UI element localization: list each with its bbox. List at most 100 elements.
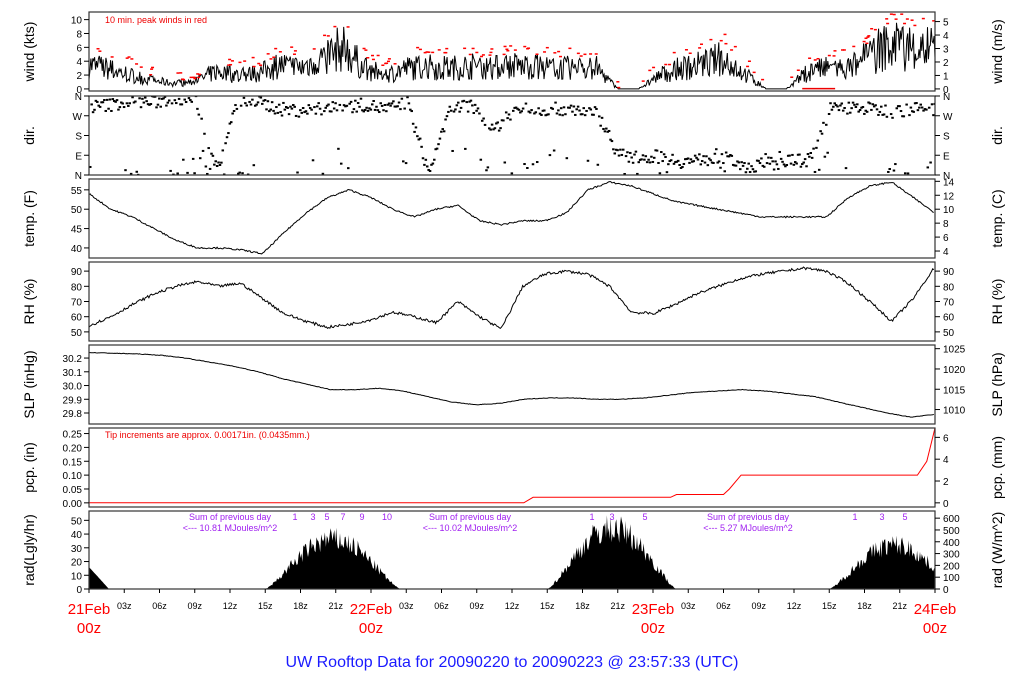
dir-point — [475, 109, 478, 112]
x-tick-label: 21z — [610, 601, 625, 611]
y-tick-label: 29.9 — [63, 395, 83, 406]
dir-point — [413, 130, 416, 133]
peak-wind-mark — [885, 18, 889, 20]
dir-point — [290, 107, 294, 110]
dir-point — [771, 160, 774, 163]
rad-sum-title: Sum of previous day — [429, 512, 512, 522]
dir-point — [385, 110, 388, 113]
dir-point — [578, 109, 581, 112]
peak-wind-mark — [259, 64, 263, 66]
peak-wind-mark — [862, 40, 866, 43]
peak-wind-mark — [193, 77, 197, 80]
dir-point — [473, 103, 477, 106]
dir-point — [135, 170, 139, 173]
y-tick-label-right: 1025 — [943, 345, 966, 356]
dir-point — [747, 162, 750, 165]
dir-point — [159, 105, 162, 108]
dir-point — [466, 110, 470, 113]
dir-point — [471, 104, 474, 107]
dir-point — [300, 111, 303, 114]
dir-point — [489, 128, 492, 131]
peak-wind-mark — [176, 72, 180, 74]
date-label: 23Feb — [632, 601, 675, 618]
dir-point — [496, 121, 499, 124]
y-tick-label: W — [73, 112, 83, 123]
dir-point — [115, 99, 119, 102]
dir-point — [452, 110, 456, 113]
peak-wind-mark — [796, 69, 800, 72]
dir-point — [641, 154, 645, 157]
dir-ylabel-right: dir. — [989, 126, 1005, 145]
peak-wind-mark — [889, 13, 893, 15]
x-tick-label: 18z — [857, 601, 872, 611]
dir-point — [265, 108, 268, 111]
dir-point — [912, 110, 915, 113]
dir-point — [98, 105, 102, 108]
dir-point — [772, 168, 776, 171]
y-tick-label-right: 2 — [943, 477, 949, 488]
slp-line — [89, 351, 934, 418]
peak-wind-mark — [278, 51, 282, 53]
y-tick-label-right: 1 — [943, 71, 949, 82]
dir-point — [259, 96, 263, 99]
dir-point — [826, 151, 829, 154]
x-tick-label: 09z — [751, 601, 766, 611]
dir-point — [665, 171, 669, 174]
dir-point — [581, 113, 584, 116]
dir-point — [672, 162, 676, 165]
date-label: 24Feb — [914, 601, 957, 618]
dir-point — [908, 114, 911, 117]
dir-point — [827, 113, 831, 116]
peak-wind-mark — [867, 35, 871, 37]
dir-point — [504, 111, 508, 114]
dir-point — [602, 127, 605, 130]
dir-point — [341, 109, 344, 112]
dir-point — [139, 106, 143, 109]
dir-point — [318, 107, 322, 110]
dir-point — [777, 167, 780, 170]
dir-point — [678, 163, 681, 166]
dir-point — [822, 121, 825, 124]
dir-point — [404, 162, 408, 165]
y-tick-label: 0 — [76, 585, 82, 596]
dir-point — [552, 149, 556, 152]
dir-point — [358, 105, 361, 108]
dir-point — [863, 112, 866, 115]
dir-point — [768, 162, 772, 165]
dir-point — [480, 119, 484, 122]
dir-point — [833, 102, 836, 105]
dir-point — [586, 159, 590, 162]
dir-point — [124, 169, 127, 172]
y-tick-label: 70 — [71, 298, 83, 309]
dir-point — [592, 113, 595, 116]
dir-point — [379, 102, 382, 105]
peak-wind-mark — [616, 81, 620, 83]
dir-point — [595, 107, 598, 110]
dir-point — [809, 151, 813, 154]
dir-point — [299, 109, 302, 112]
peak-wind-mark — [480, 55, 484, 58]
y-tick-label-right: 10 — [943, 205, 955, 216]
peak-wind-mark — [437, 49, 441, 51]
dir-point — [121, 102, 124, 105]
dir-point — [349, 100, 353, 103]
x-tick-label: 03z — [399, 601, 414, 611]
dir-point — [227, 132, 230, 135]
peak-wind-mark — [364, 49, 368, 51]
dir-point — [294, 114, 298, 117]
dir-point — [558, 113, 562, 116]
dir-point — [843, 107, 846, 110]
peak-wind-mark — [135, 63, 139, 65]
dir-point — [414, 126, 418, 129]
y-tick-label: 50 — [71, 205, 83, 216]
dir-point — [499, 127, 502, 130]
rad-sum-value: <--- 10.02 MJoules/m^2 — [423, 523, 518, 533]
dir-point — [557, 109, 560, 112]
dir-point — [469, 99, 473, 102]
y-tick-label-right: W — [943, 112, 953, 123]
dir-point — [562, 106, 566, 109]
dir-point — [520, 110, 523, 113]
pcp-ylabel: pcp. (in) — [21, 442, 37, 493]
dir-point — [249, 103, 253, 106]
dir-point — [214, 160, 217, 163]
